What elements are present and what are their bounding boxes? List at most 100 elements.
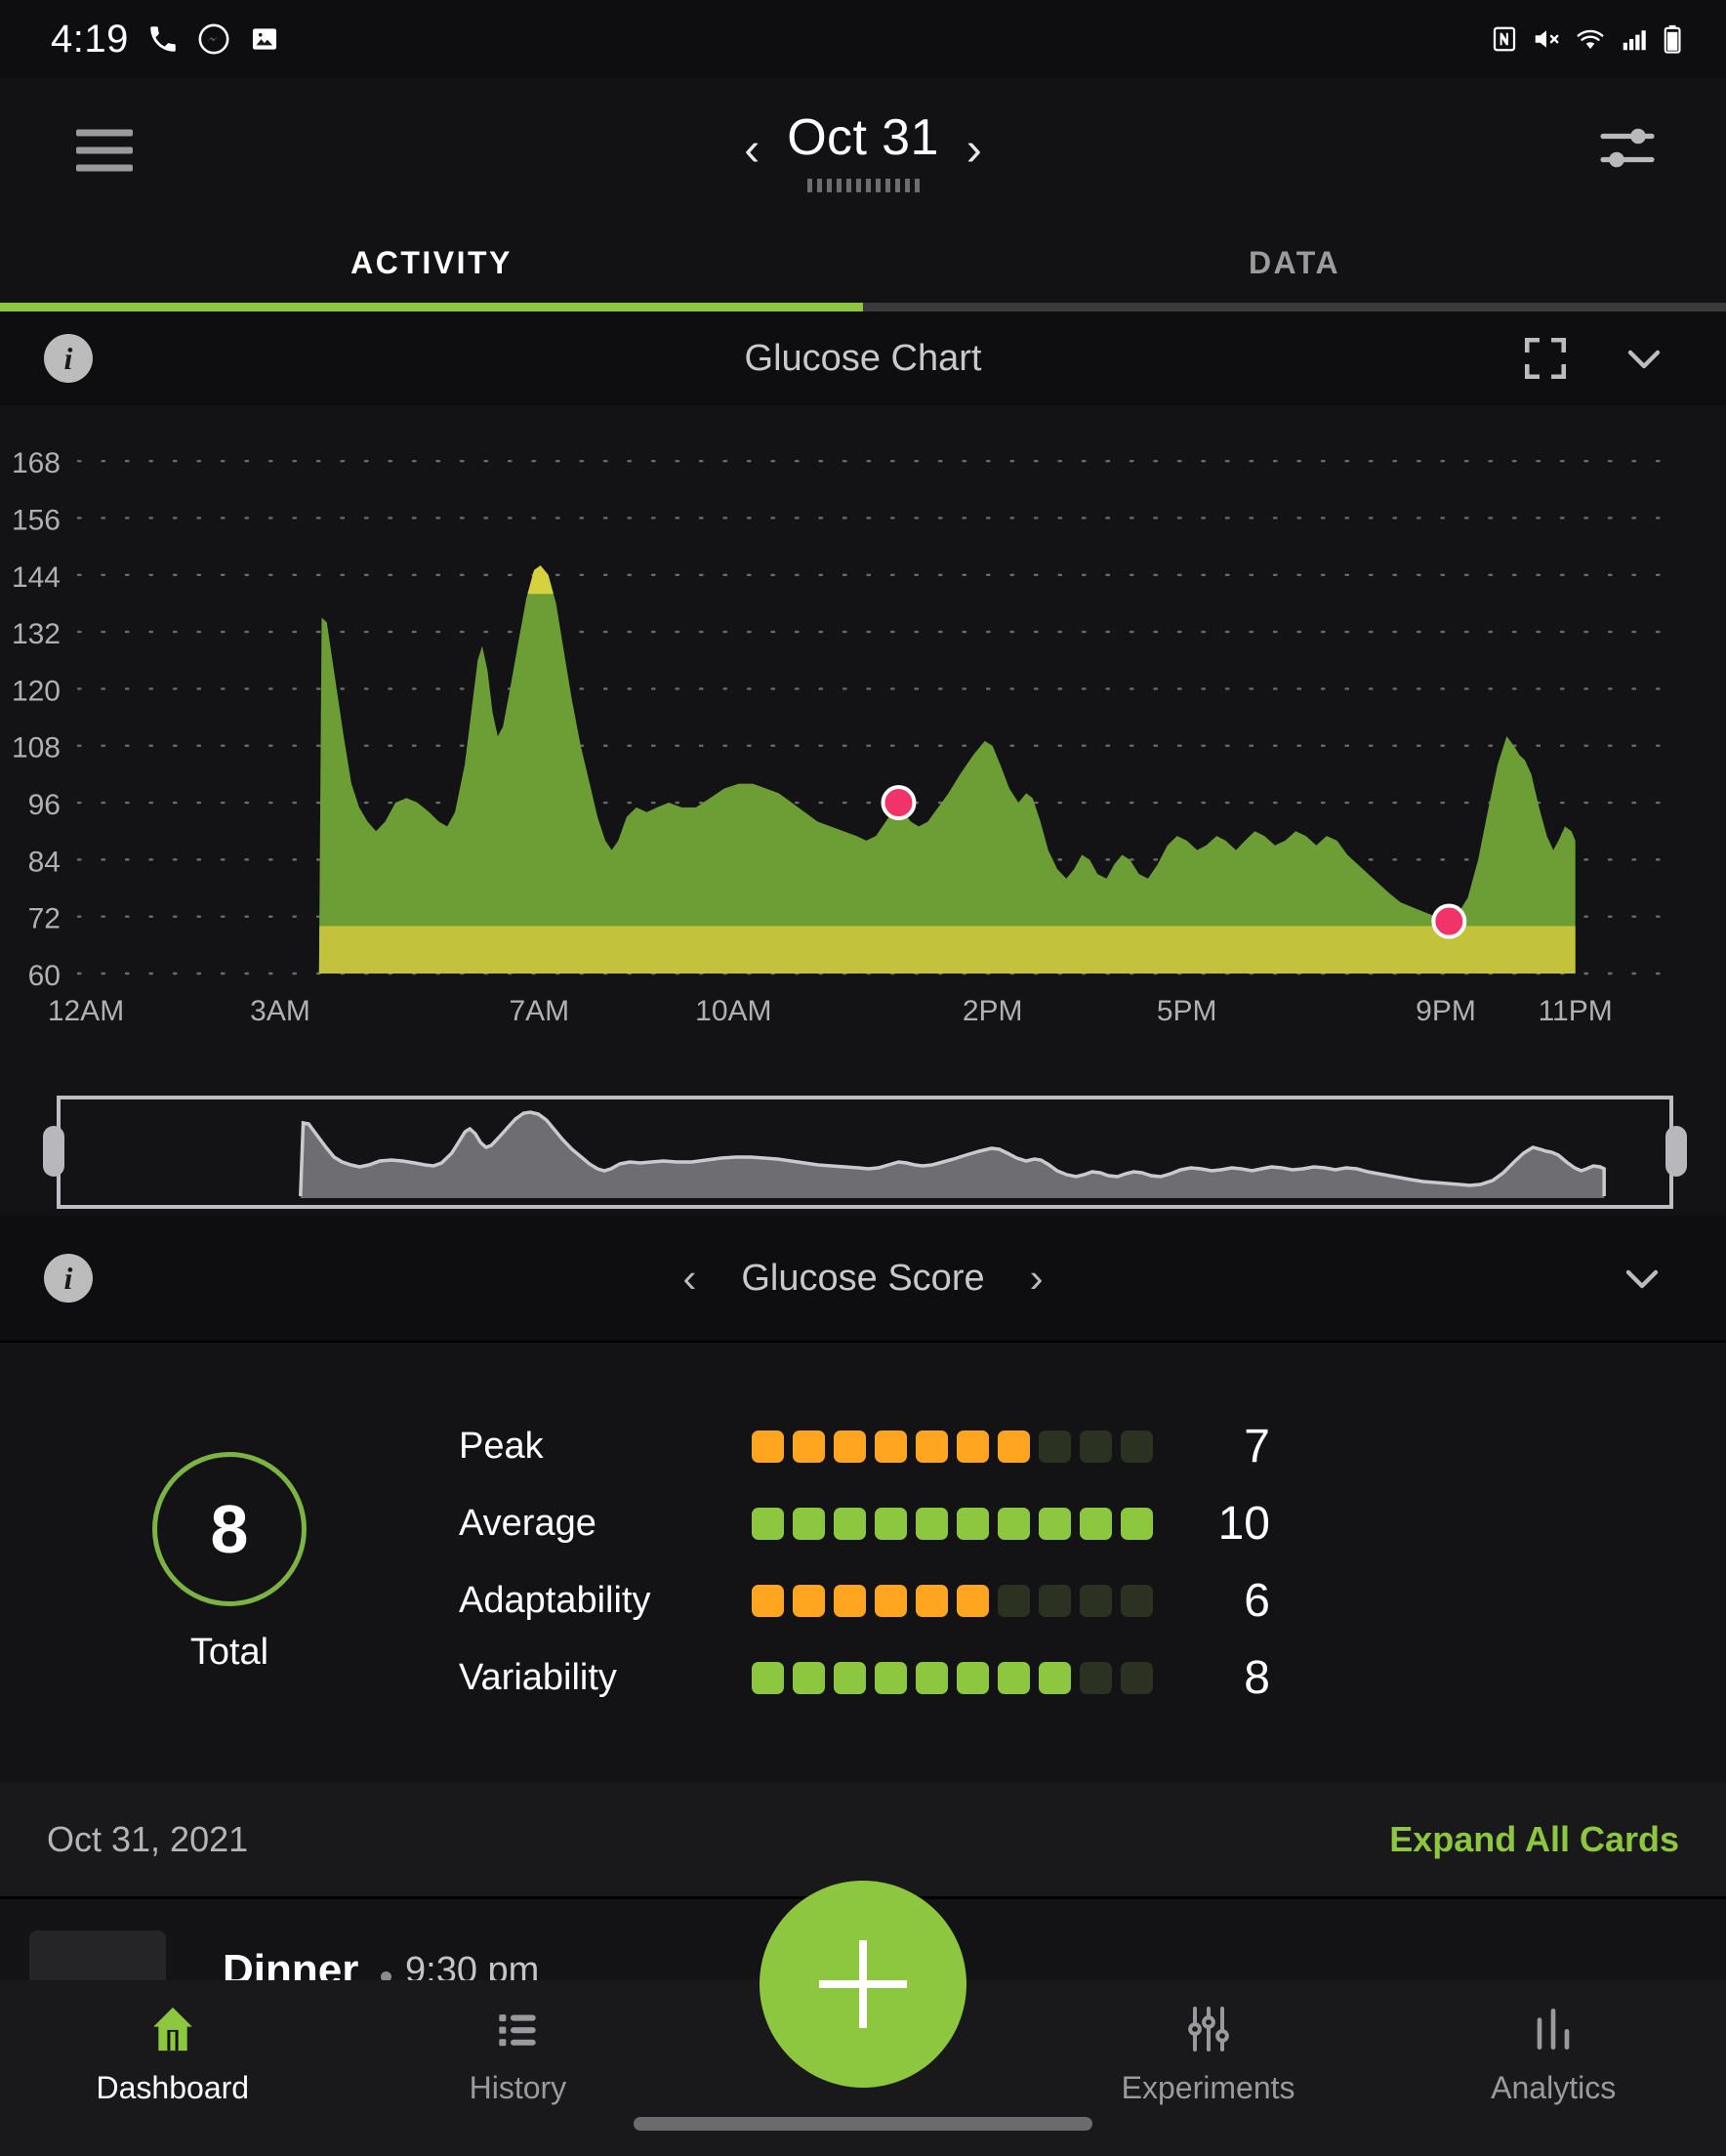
score-segment [752, 1430, 784, 1463]
x-axis-tick-label: 7AM [509, 995, 569, 1027]
score-segment [752, 1662, 784, 1694]
current-date-label: Oct 31 [787, 109, 939, 166]
status-bar-left: 4:19 [51, 18, 281, 62]
score-segment [793, 1662, 825, 1694]
score-metric-bar [752, 1662, 1153, 1694]
score-segment [875, 1430, 907, 1463]
tab-bar: ACTIVITY DATA [0, 223, 1726, 303]
app-bar: ‹ Oct 31 › [0, 78, 1726, 223]
score-metric-bar [752, 1508, 1153, 1540]
expand-all-cards-button[interactable]: Expand All Cards [1389, 1819, 1679, 1860]
system-gesture-bar [634, 2117, 1092, 2131]
nav-dashboard-label: Dashboard [96, 2070, 250, 2105]
score-segment [875, 1508, 907, 1540]
tab-activity[interactable]: ACTIVITY [0, 223, 863, 303]
score-metric-label: Average [459, 1503, 596, 1544]
y-axis-tick-label: 132 [12, 618, 61, 650]
y-axis-tick-label: 84 [28, 846, 61, 878]
score-metric-value: 8 [1244, 1652, 1270, 1704]
score-segment [1080, 1585, 1112, 1617]
score-segment [998, 1508, 1030, 1540]
info-icon[interactable]: i [44, 1254, 93, 1303]
glucose-area [318, 565, 1576, 974]
y-axis-tick-label: 72 [28, 903, 61, 935]
nav-history[interactable]: History [346, 1980, 691, 2106]
x-axis-tick-label: 12AM [48, 995, 124, 1027]
low-band [318, 926, 1576, 974]
nav-dashboard[interactable]: Dashboard [0, 1980, 346, 2106]
next-score-button[interactable]: › [1030, 1255, 1044, 1302]
high-band [318, 565, 1576, 595]
current-date[interactable]: Oct 31 [787, 108, 939, 192]
score-metric-label: Adaptability [459, 1580, 651, 1621]
chevron-down-icon[interactable] [1621, 335, 1667, 382]
app-screen: 4:19 ‹ Oct 31 › ACTIVITY DATA i Glucose … [0, 0, 1726, 2156]
nav-experiments[interactable]: Experiments [1036, 1980, 1381, 2106]
sliders-icon [1187, 2007, 1229, 2052]
status-bar: 4:19 [0, 0, 1726, 78]
glucose-chart-title: Glucose Chart [744, 337, 982, 379]
status-bar-right [1490, 23, 1683, 55]
x-axis-tick-label: 2PM [963, 995, 1023, 1027]
previous-score-button[interactable]: ‹ [682, 1255, 696, 1302]
photos-icon [252, 28, 276, 50]
score-segment [793, 1508, 825, 1540]
score-segment [834, 1430, 866, 1463]
minimap-handle-left[interactable] [43, 1126, 64, 1177]
glucose-score-actions [1619, 1255, 1665, 1302]
fullscreen-icon[interactable] [1521, 334, 1570, 383]
score-metric-bar [752, 1430, 1153, 1463]
score-segment [752, 1508, 784, 1540]
score-segment [1080, 1662, 1112, 1694]
score-segment [998, 1430, 1030, 1463]
tab-indicator [0, 303, 1726, 311]
score-segment [916, 1430, 948, 1463]
score-segment [1121, 1585, 1153, 1617]
mute-icon [1535, 30, 1559, 48]
score-segment [957, 1662, 989, 1694]
glucose-chart[interactable]: 168 156 144 132 120 108 96 84 72 60 12AM 3AM 7AM 10AM… [0, 405, 1726, 1089]
score-metric-value: 10 [1217, 1498, 1270, 1550]
wifi-icon [1577, 29, 1604, 49]
status-time: 4:19 [51, 17, 129, 61]
score-segment [1121, 1430, 1153, 1463]
score-segment [834, 1585, 866, 1617]
info-icon[interactable]: i [44, 334, 93, 383]
glucose-chart-svg: 168 156 144 132 120 108 96 84 72 6012AM 3AM 7AM 10AM… [12, 447, 1662, 1027]
battery-icon [1664, 24, 1681, 54]
filter-sliders-icon[interactable] [1597, 124, 1658, 178]
event-marker[interactable] [1431, 903, 1467, 939]
glucose-chart-actions [1521, 334, 1667, 383]
score-segment [957, 1430, 989, 1463]
card-list-date: Oct 31, 2021 [47, 1818, 249, 1859]
score-segment [1039, 1508, 1071, 1540]
home-icon [152, 2007, 192, 2052]
score-segment [793, 1430, 825, 1463]
score-metric-value: 7 [1244, 1421, 1270, 1472]
minimap-area [300, 1112, 1605, 1198]
next-day-button[interactable]: › [966, 127, 982, 174]
tab-data[interactable]: DATA [863, 223, 1726, 303]
event-marker[interactable] [881, 785, 917, 821]
chevron-down-icon[interactable] [1619, 1255, 1665, 1302]
total-score-value: 8 [210, 1490, 249, 1567]
previous-day-button[interactable]: ‹ [744, 127, 760, 174]
score-segment [875, 1662, 907, 1694]
score-segment [875, 1585, 907, 1617]
score-segment [916, 1662, 948, 1694]
bar-chart-icon [1537, 2009, 1570, 2050]
score-metric-row: Variability 8 [459, 1651, 1619, 1705]
add-entry-fab[interactable] [760, 1881, 966, 2088]
y-axis-tick-label: 120 [12, 675, 61, 707]
nav-analytics[interactable]: Analytics [1380, 1980, 1726, 2106]
score-segment [957, 1585, 989, 1617]
total-score-label: Total [189, 1631, 269, 1673]
messenger-icon [198, 23, 229, 55]
chart-range-scrubber[interactable] [0, 1089, 1726, 1216]
score-metrics-list: Peak 7 Average 10 Adaptability 6 Variability 8 [459, 1420, 1726, 1705]
score-segment [998, 1662, 1030, 1694]
hamburger-menu-icon[interactable] [76, 129, 133, 172]
x-axis-tick-label: 10AM [695, 995, 771, 1027]
y-axis-tick-label: 168 [12, 447, 61, 479]
minimap-handle-right[interactable] [1665, 1126, 1687, 1177]
